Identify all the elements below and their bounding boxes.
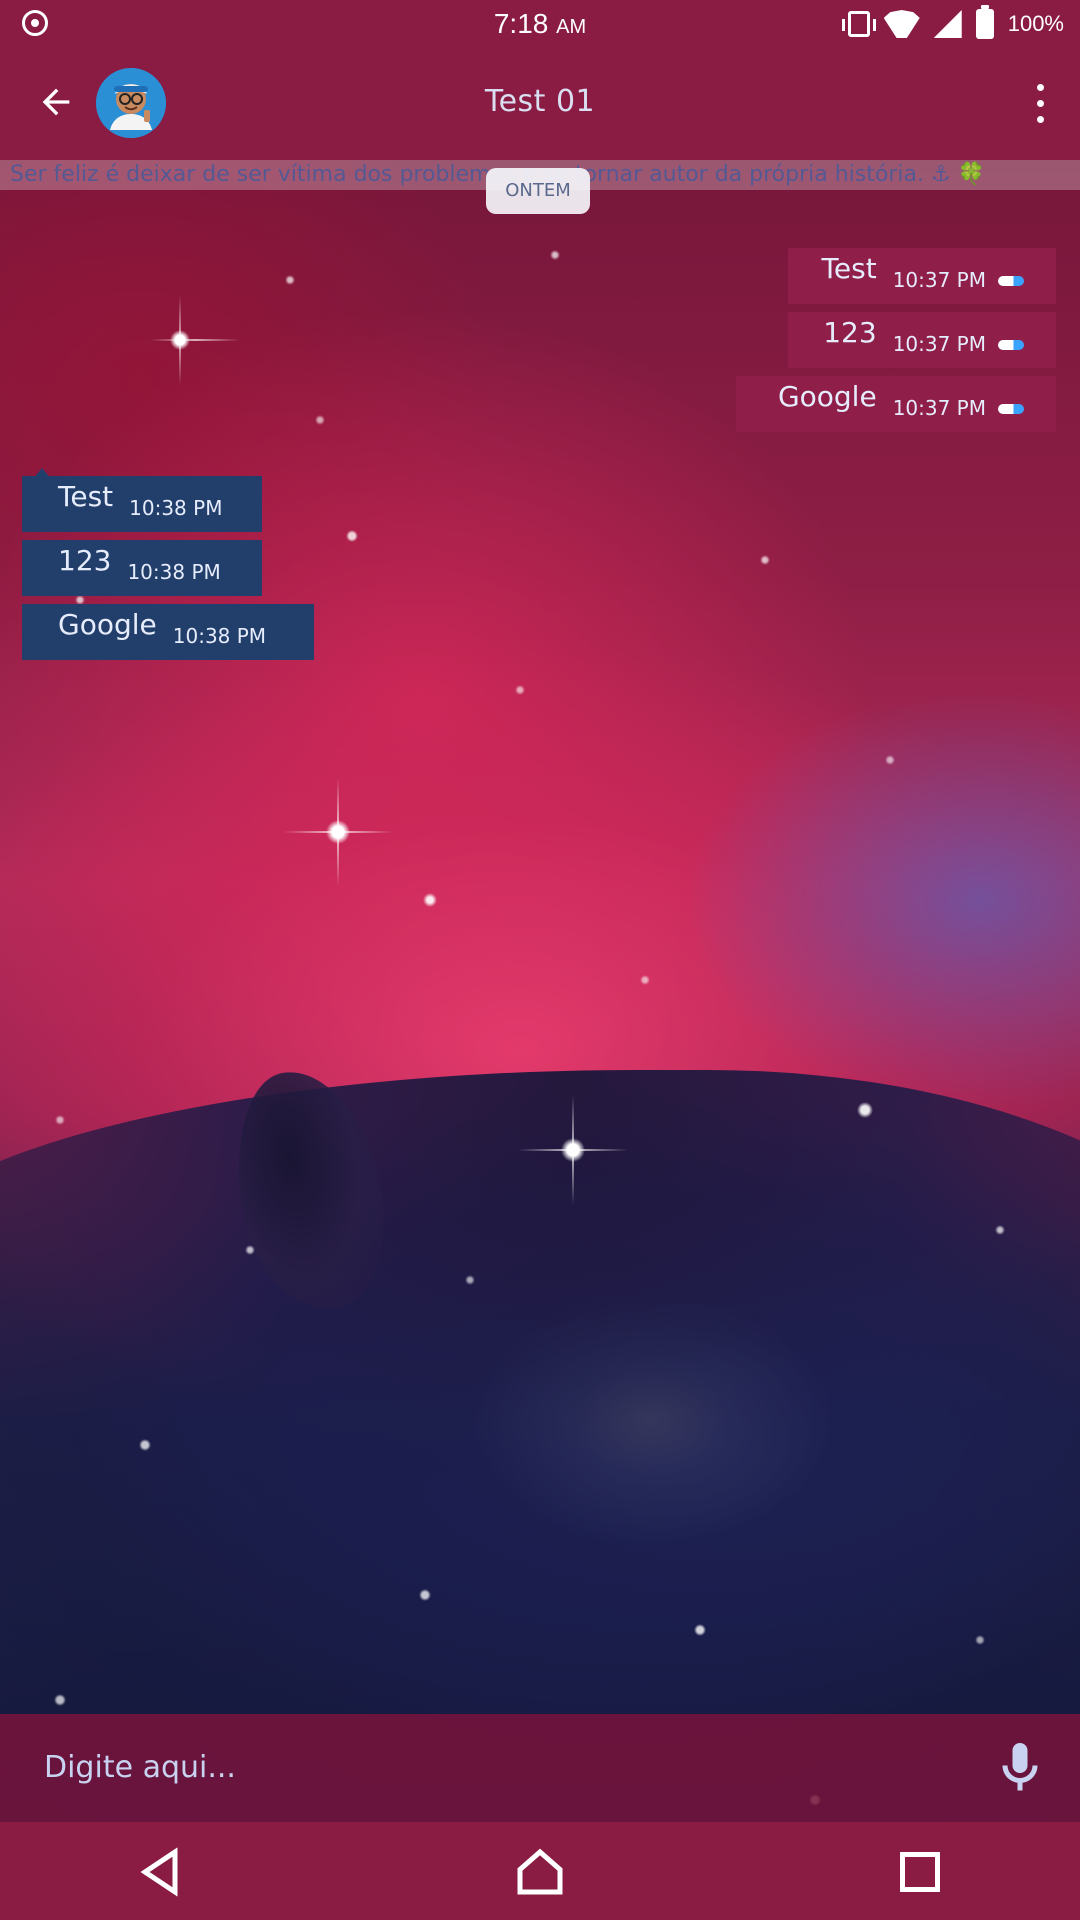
status-icons: 100%	[841, 5, 1064, 40]
incoming-message[interactable]: 123 10:38 PM	[22, 540, 262, 596]
microphone-icon	[1002, 1743, 1038, 1791]
recents-square-icon	[900, 1852, 940, 1892]
incoming-message[interactable]: Google 10:38 PM	[22, 604, 314, 660]
chat-header: Test 01	[0, 48, 1080, 160]
home-icon	[517, 1848, 563, 1895]
chat-screen: 7:18 AM 100% Test 01 Ser feliz é deixar …	[0, 0, 1080, 1920]
battery-percentage: 100%	[1007, 11, 1064, 36]
message-text: Google	[777, 380, 877, 413]
status-time-ampm: AM	[556, 16, 587, 38]
message-text: Google	[58, 608, 157, 641]
nav-home-button[interactable]	[510, 1842, 570, 1902]
more-dot	[1037, 84, 1044, 91]
read-receipt-icon	[998, 404, 1024, 414]
message-text: 123	[58, 544, 112, 577]
message-time: 10:38 PM	[129, 496, 223, 520]
chat-title[interactable]: Test 01	[0, 84, 1080, 120]
read-receipt-icon	[998, 340, 1024, 350]
microphone-button[interactable]	[990, 1738, 1050, 1798]
status-bar: 7:18 AM 100%	[0, 0, 1080, 48]
message-input[interactable]: Digite aqui...	[44, 1744, 944, 1792]
message-text: Test	[821, 252, 877, 285]
message-time: 10:38 PM	[172, 624, 267, 648]
outgoing-message[interactable]: Test 10:37 PM	[788, 248, 1056, 304]
message-time: 10:38 PM	[127, 560, 221, 584]
message-text: Test	[58, 480, 114, 513]
message-time: 10:37 PM	[892, 396, 986, 420]
battery-charging-icon	[975, 5, 994, 39]
incoming-message[interactable]: Test 10:38 PM	[22, 476, 262, 532]
signal-icon	[933, 10, 962, 38]
message-time: 10:37 PM	[892, 332, 986, 356]
message-input-bar: Digite aqui...	[0, 1714, 1080, 1822]
nav-recents-button[interactable]	[890, 1842, 950, 1902]
vibrate-icon	[841, 11, 876, 37]
more-options-button[interactable]	[1020, 74, 1060, 134]
status-time-value: 7:18	[493, 8, 549, 39]
outgoing-message[interactable]: Google 10:37 PM	[736, 376, 1056, 432]
wifi-icon	[884, 10, 920, 38]
read-receipt-icon	[998, 276, 1024, 286]
date-chip: ONTEM	[486, 168, 590, 214]
back-triangle-icon	[140, 1847, 178, 1897]
message-time: 10:37 PM	[892, 268, 986, 292]
more-dot	[1037, 116, 1044, 123]
outgoing-message[interactable]: 123 10:37 PM	[788, 312, 1056, 368]
more-dot	[1037, 100, 1044, 107]
system-navigation-bar	[0, 1822, 1080, 1920]
nav-back-button[interactable]	[130, 1842, 190, 1902]
message-text: 123	[823, 316, 877, 349]
